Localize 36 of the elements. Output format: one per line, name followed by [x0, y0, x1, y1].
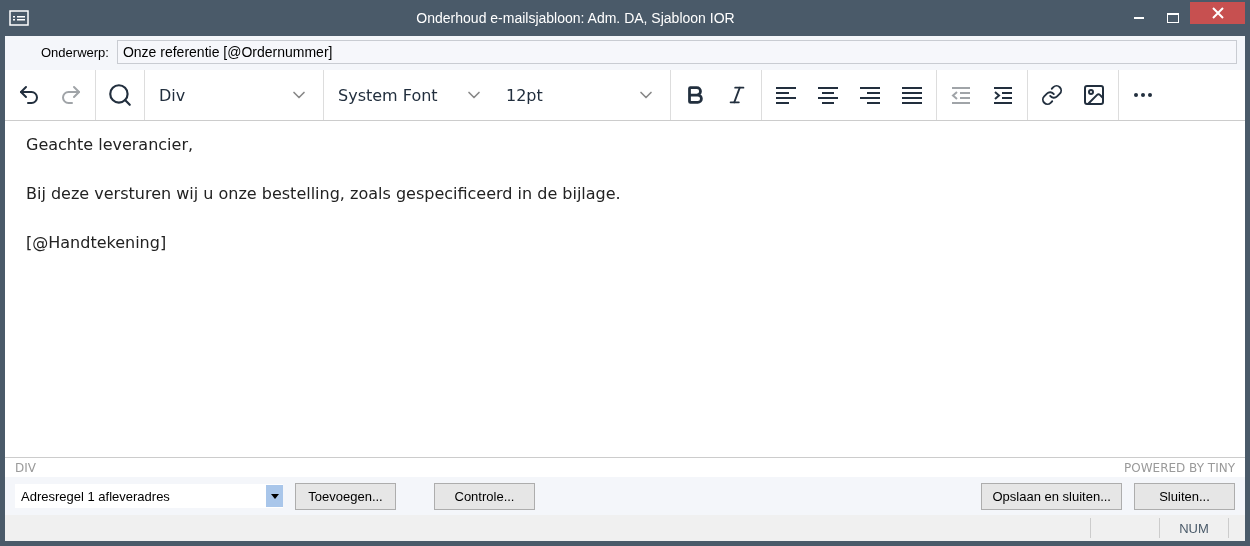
subject-field[interactable]: Onze referentie [@Ordernummer] — [116, 40, 1237, 64]
more-icon — [1134, 93, 1152, 97]
outdent-icon — [950, 85, 972, 105]
dropdown-arrow-icon — [270, 493, 279, 499]
align-right-icon — [859, 85, 881, 105]
action-button[interactable]: Opslaan en sluiten... — [981, 482, 1122, 510]
close-icon — [1211, 7, 1224, 19]
editor-area[interactable]: Geachte leverancier, Bij deze versturen wij u onze bestelling, zoals gespecificeerd in de bijlage. [@Handtekening] — [5, 121, 1245, 457]
redo-icon — [59, 83, 83, 107]
app-icon — [9, 10, 29, 26]
editor-paragraph: [@Handtekening] — [26, 233, 168, 253]
format-dropdown[interactable]: System Font — [330, 77, 492, 113]
action-button[interactable]: Toevoegen... — [295, 482, 396, 510]
minimize-icon — [1134, 17, 1144, 19]
maximize-icon — [1167, 13, 1179, 23]
action-button[interactable]: Controle... — [434, 482, 535, 510]
action-button[interactable]: Sluiten... — [1134, 482, 1235, 510]
link-icon — [1041, 84, 1063, 106]
element-path: DIV — [15, 461, 36, 475]
close-button[interactable] — [1190, 2, 1245, 24]
undo-icon — [17, 83, 41, 107]
align-left-icon — [775, 85, 797, 105]
search-icon — [107, 82, 133, 108]
subject-label: Onderwerp: — [41, 44, 109, 60]
branding-text: POWERED BY TINY — [1124, 461, 1235, 475]
editor-paragraph: Bij deze versturen wij u onze bestelling, zoals gespecificeerd in de bijlage. — [26, 184, 622, 204]
align-justify-icon — [901, 85, 923, 105]
status-panel: NUM — [1159, 518, 1229, 538]
image-icon — [1082, 83, 1106, 107]
format-dropdown[interactable]: 12pt — [498, 77, 664, 113]
field-dropdown[interactable]: Adresregel 1 afleveradres — [15, 484, 283, 508]
window-title: Onderhoud e-mailsjabloon: Adm. DA, Sjabloon IOR — [415, 10, 736, 26]
format-dropdown[interactable]: Div — [151, 77, 317, 113]
editor-paragraph: Geachte leverancier, — [26, 135, 195, 155]
indent-icon — [992, 85, 1014, 105]
align-center-icon — [817, 85, 839, 105]
